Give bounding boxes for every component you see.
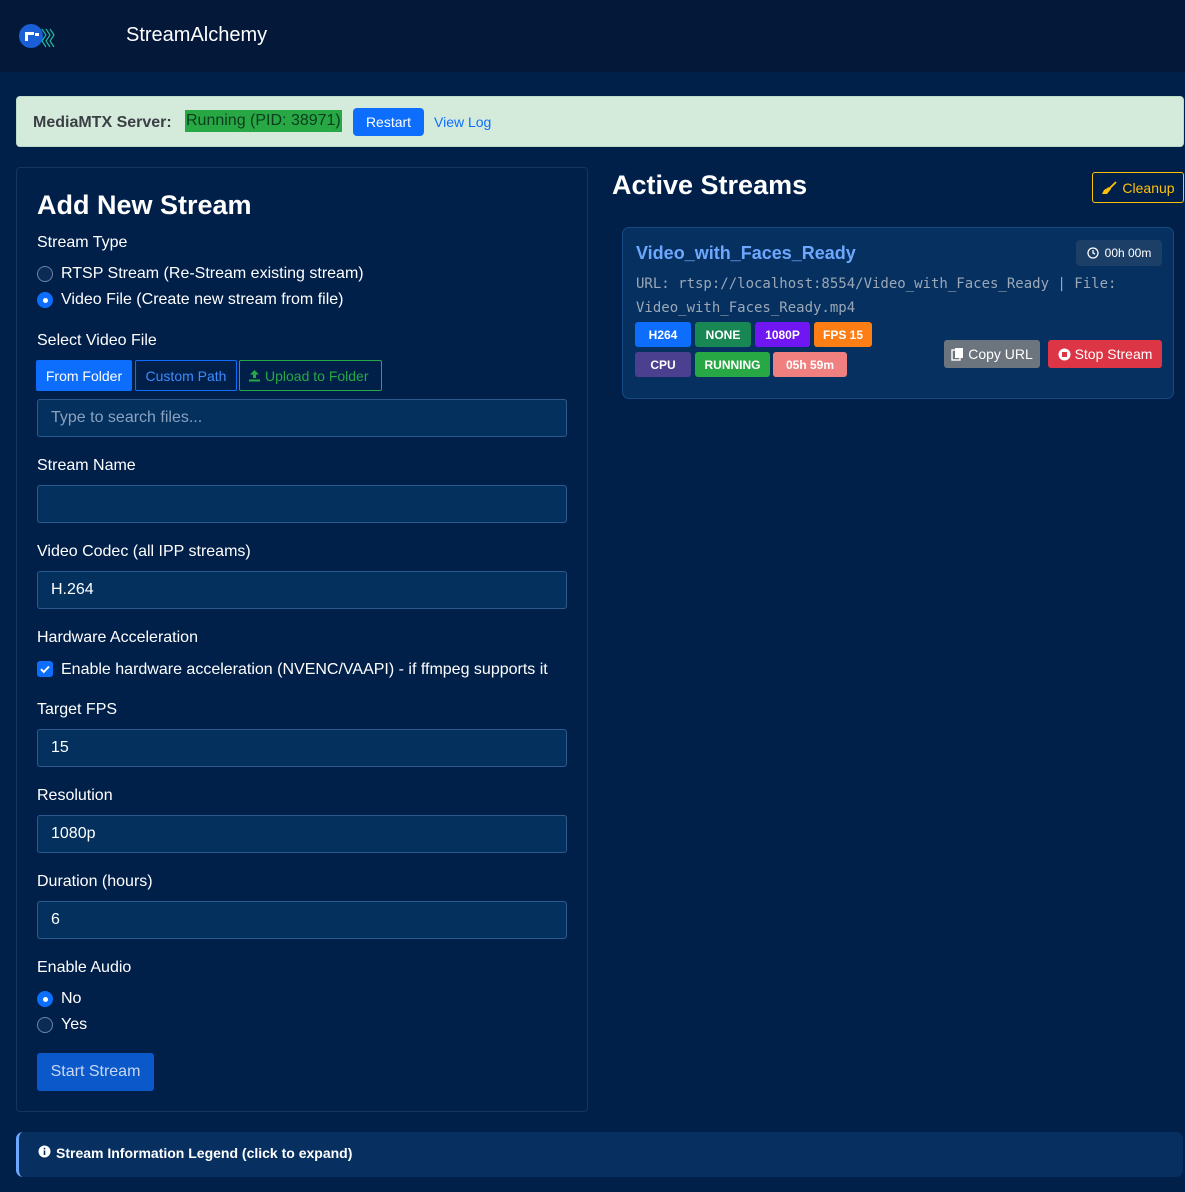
cleanup-button[interactable]: Cleanup: [1092, 172, 1184, 203]
tab-custom-path[interactable]: Custom Path: [135, 360, 237, 391]
stream-type-label: Stream Type: [37, 234, 128, 251]
resolution-badge: 1080P: [755, 322, 810, 347]
radio-video-file[interactable]: [37, 292, 53, 308]
checkmark-icon: [40, 665, 50, 674]
clock-icon: [1086, 247, 1099, 259]
view-log-link[interactable]: View Log: [434, 114, 491, 130]
tab-upload-to-folder[interactable]: Upload to Folder: [239, 360, 382, 391]
hw-mode-badge: CPU: [635, 352, 691, 377]
stop-stream-button[interactable]: Stop Stream: [1048, 340, 1162, 368]
resolution-select[interactable]: [37, 815, 567, 853]
server-status-bar: MediaMTX Server: Running (PID: 38971) Re…: [16, 96, 1184, 147]
duration-input[interactable]: [37, 901, 567, 939]
copy-url-label: Copy URL: [968, 346, 1033, 362]
radio-audio-no-label[interactable]: No: [61, 990, 81, 1008]
server-status-value: Running (PID: 38971): [185, 110, 342, 132]
remaining-time-badge: 05h 59m: [773, 352, 847, 377]
cleanup-label: Cleanup: [1122, 179, 1175, 196]
radio-audio-yes-label[interactable]: Yes: [61, 1016, 87, 1034]
resolution-label: Resolution: [37, 787, 113, 804]
navbar: StreamAlchemy: [0, 0, 1185, 72]
add-stream-card: Add New Stream Stream Type RTSP Stream (…: [16, 167, 588, 1112]
stream-card: Video_with_Faces_Ready 00h 00m URL: rtsp…: [622, 227, 1174, 399]
hardware-acceleration-label: Hardware Acceleration: [37, 629, 198, 646]
legend-toggle-label[interactable]: Stream Information Legend (click to expa…: [56, 1145, 352, 1161]
streamalchemy-logo-icon[interactable]: [18, 23, 56, 49]
audio-badge: NONE: [695, 322, 751, 347]
upload-icon: [249, 370, 260, 382]
target-fps-input[interactable]: [37, 729, 567, 767]
brand-name[interactable]: StreamAlchemy: [126, 24, 267, 47]
stream-name-input[interactable]: [37, 485, 567, 523]
status-badge: RUNNING: [695, 352, 770, 377]
active-streams-title: Active Streams: [612, 170, 808, 200]
radio-rtsp-stream[interactable]: [37, 266, 53, 282]
stream-info-legend[interactable]: Stream Information Legend (click to expa…: [16, 1132, 1183, 1177]
add-stream-title: Add New Stream: [37, 190, 252, 220]
hw-accel-checkbox[interactable]: [37, 661, 53, 677]
stream-name[interactable]: Video_with_Faces_Ready: [636, 243, 856, 264]
video-codec-label: Video Codec (all IPP streams): [37, 543, 251, 560]
copy-icon: [951, 348, 964, 361]
stream-name-label: Stream Name: [37, 457, 136, 474]
stop-circle-icon: [1058, 348, 1071, 360]
info-circle-icon: [38, 1145, 51, 1158]
duration-label: Duration (hours): [37, 873, 153, 890]
stream-url-text: URL: rtsp://localhost:8554/Video_with_Fa…: [636, 276, 1117, 316]
broom-icon: [1102, 180, 1118, 194]
tab-from-folder[interactable]: From Folder: [36, 360, 132, 391]
codec-badge: H264: [635, 322, 691, 347]
video-codec-select[interactable]: [37, 571, 567, 609]
radio-rtsp-stream-label[interactable]: RTSP Stream (Re-Stream existing stream): [61, 265, 364, 283]
radio-audio-yes[interactable]: [37, 1017, 53, 1033]
upload-to-folder-label: Upload to Folder: [265, 367, 369, 384]
target-fps-label: Target FPS: [37, 701, 118, 718]
radio-audio-no[interactable]: [37, 991, 53, 1007]
stop-stream-label: Stop Stream: [1074, 346, 1153, 362]
copy-url-button[interactable]: Copy URL: [944, 340, 1040, 368]
hw-accel-option-label[interactable]: Enable hardware acceleration (NVENC/VAAP…: [61, 661, 548, 679]
enable-audio-label: Enable Audio: [37, 959, 132, 976]
select-video-file-label: Select Video File: [37, 332, 157, 349]
uptime-badge: 00h 00m: [1076, 240, 1162, 266]
uptime-value: 00h 00m: [1104, 246, 1152, 260]
file-search-input[interactable]: [37, 399, 567, 437]
start-stream-button[interactable]: Start Stream: [37, 1053, 154, 1091]
fps-badge: FPS 15: [814, 322, 872, 347]
radio-video-file-label[interactable]: Video File (Create new stream from file): [61, 291, 343, 309]
server-status-label: MediaMTX Server:: [33, 114, 172, 131]
restart-server-button[interactable]: Restart: [353, 108, 424, 136]
